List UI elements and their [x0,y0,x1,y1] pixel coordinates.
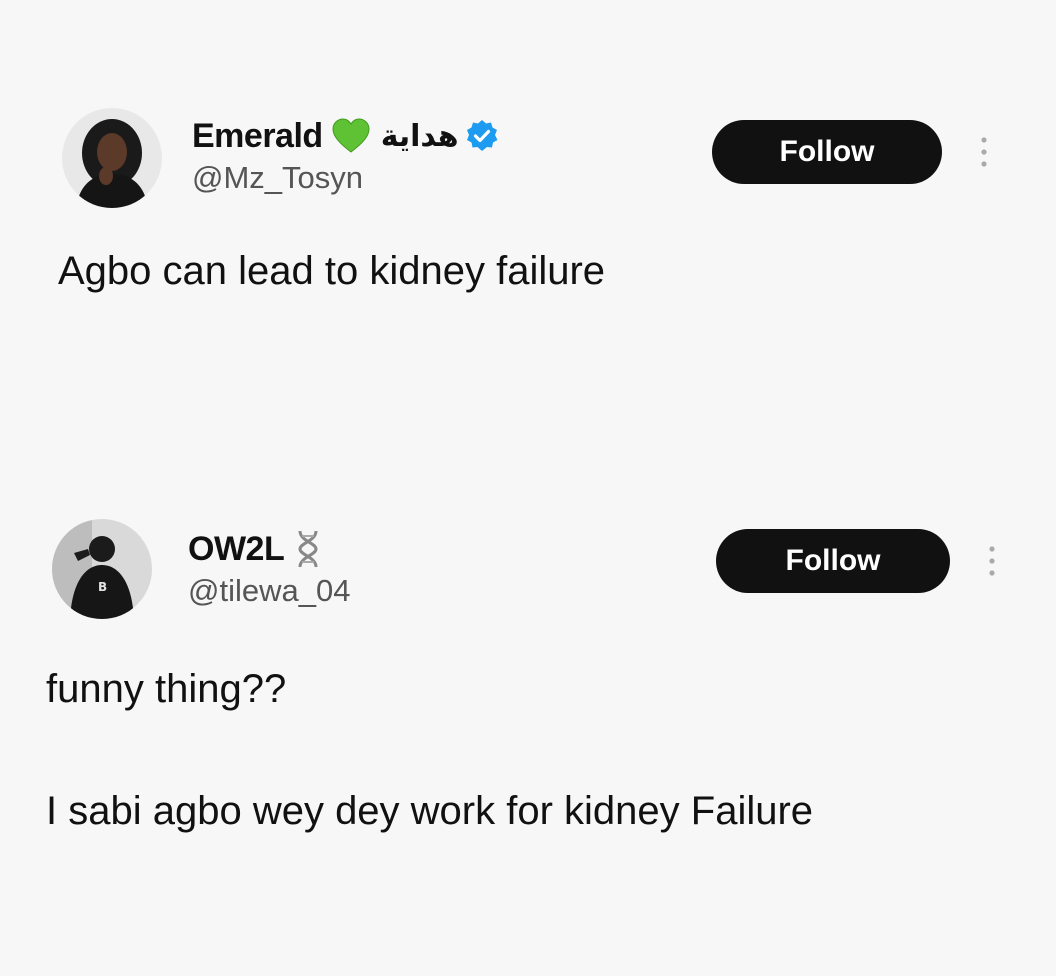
display-name[interactable]: OW2L [188,530,285,569]
follow-button[interactable]: Follow [716,529,950,593]
avatar[interactable] [62,108,162,208]
user-names: OW2L @tilewa_04 [188,527,350,609]
more-options-icon[interactable] [986,541,998,581]
follow-button[interactable]: Follow [712,120,942,184]
tweet-text-line: funny thing?? [46,667,287,711]
avatar[interactable]: B [52,519,152,619]
handle[interactable]: @Mz_Tosyn [192,160,499,196]
dna-icon [294,529,322,569]
display-name-row: OW2L [188,527,350,571]
svg-text:B: B [98,580,107,594]
handle[interactable]: @tilewa_04 [188,573,350,609]
display-name[interactable]: Emerald [192,117,323,156]
green-heart-icon [331,118,371,154]
verified-badge-icon [465,119,499,153]
more-options-icon[interactable] [978,132,990,172]
display-name-row: Emerald هداية [192,114,499,158]
name-suffix: هداية [380,118,459,154]
user-names: Emerald هداية @Mz_Tosyn [192,114,499,196]
tweet-text-line: I sabi agbo wey dey work for kidney Fail… [46,789,814,833]
tweet-text: Agbo can lead to kidney failure [58,249,606,293]
